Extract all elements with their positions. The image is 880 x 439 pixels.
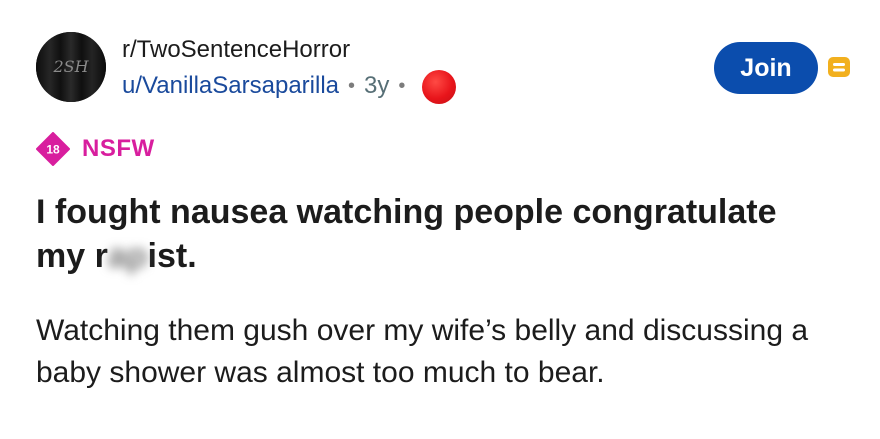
byline: u/VanillaSarsaparilla • 3y •	[122, 69, 457, 104]
avatar-label: 2SH	[52, 57, 89, 76]
post-age: 3y	[364, 72, 390, 99]
award-badge-icon[interactable]	[422, 70, 457, 104]
post-meta: r/TwoSentenceHorror u/VanillaSarsaparill…	[122, 35, 457, 104]
nsfw-age-label: 18	[46, 143, 60, 157]
avatar-image: 2SH	[36, 32, 106, 102]
nsfw-label: NSFW	[82, 135, 155, 162]
archive-icon[interactable]	[826, 54, 852, 80]
nsfw-tag: 18 NSFW	[36, 132, 155, 166]
title-text-end: ist.	[147, 237, 197, 275]
post-title[interactable]: I fought nausea watching people congratu…	[36, 190, 796, 278]
subreddit-avatar[interactable]: 2SH	[36, 32, 106, 102]
subreddit-link[interactable]: r/TwoSentenceHorror	[122, 35, 456, 65]
author-link[interactable]: u/VanillaSarsaparilla	[122, 71, 339, 101]
separator-dot: •	[348, 75, 356, 97]
post-body: Watching them gush over my wife’s belly …	[36, 314, 809, 389]
post-card: 2SH r/TwoSentenceHorror u/VanillaSarsapa…	[0, 0, 880, 439]
join-button[interactable]: Join	[714, 42, 818, 94]
separator-dot: •	[398, 75, 406, 97]
censored-word: ap	[107, 237, 148, 275]
nsfw-18-icon: 18	[36, 132, 70, 166]
